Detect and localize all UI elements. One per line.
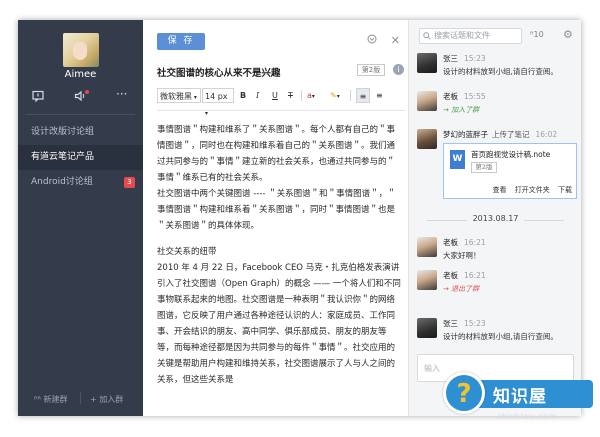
watermark-url: zhishiwu.com (497, 412, 558, 421)
app-window: Aimee ··· 设计改版讨论组 有道云笔记产品 Android讨论组 3 ᴿᴿ… (18, 20, 581, 416)
join-notice: → 加入了群 (443, 106, 480, 114)
paragraph: 2010 年 4 月 22 日，Facebook CEO 马克・扎克伯格发表演讲… (157, 263, 401, 385)
avatar[interactable] (417, 318, 437, 338)
member-count-button[interactable]: ᴿ10 (530, 30, 544, 39)
close-icon[interactable]: ✕ (391, 34, 400, 47)
collapse-icon[interactable] (367, 34, 381, 47)
view-button[interactable]: 查看 (493, 186, 507, 194)
question-icon: ? (443, 372, 485, 414)
info-icon[interactable]: i (393, 64, 404, 75)
join-group-button[interactable]: + 加入群 (90, 394, 123, 405)
bold-button[interactable]: B (240, 88, 246, 103)
exit-notice: → 退出了群 (443, 285, 480, 293)
unread-badge: 3 (124, 177, 135, 188)
sidebar: Aimee ··· 设计改版讨论组 有道云笔记产品 Android讨论组 3 ᴿᴿ… (18, 20, 143, 416)
align-left-icon[interactable]: ≡ (356, 88, 370, 103)
editor-divider (157, 110, 405, 111)
notification-dot (85, 90, 89, 94)
group-item-android[interactable]: Android讨论组 3 (18, 170, 143, 195)
arrow-icon: → (443, 106, 452, 114)
file-actions: 查看 打开文件夹 下载 (487, 185, 572, 195)
user-avatar[interactable] (63, 33, 99, 67)
watermark-title: 知识屋 (493, 387, 547, 407)
italic-button[interactable]: I (256, 88, 259, 103)
group-icon: ᴿᴿ (34, 395, 44, 404)
file-card[interactable]: W 首页跑视觉设计稿.note 第2版 查看 打开文件夹 下载 (443, 143, 577, 199)
avatar[interactable] (417, 129, 437, 149)
avatar[interactable] (417, 53, 437, 73)
sidebar-divider (26, 114, 135, 115)
open-folder-button[interactable]: 打开文件夹 (515, 186, 550, 194)
search-input[interactable]: 搜索话题和文件 (419, 28, 522, 44)
search-icon (423, 29, 431, 45)
message-icon[interactable] (32, 90, 44, 105)
arrow-icon: → (443, 285, 452, 293)
new-group-button[interactable]: ᴿᴿ 新建群 (34, 394, 68, 405)
group-item-youdao[interactable]: 有道云笔记产品 (18, 145, 143, 170)
watermark-logo: ? 知识屋 zhishiwu.com (435, 372, 595, 426)
file-version-badge: 第2版 (471, 162, 497, 173)
sidebar-footer: ᴿᴿ 新建群 + 加入群 (18, 390, 143, 408)
note-title[interactable]: 社交图谱的核心从来不是兴趣 (157, 65, 281, 79)
avatar[interactable] (417, 237, 437, 257)
format-toolbar: 微软雅黑 ▾ 14 px ▾ B I U T a▾ ✎▾ ≡ ≡ (157, 88, 405, 117)
version-badge[interactable]: 第2版 (357, 64, 385, 76)
username: Aimee (64, 69, 97, 80)
note-editor: 保 存 ✕ 社交图谱的核心从来不是兴趣 第2版 i 微软雅黑 ▾ 14 px ▾… (143, 20, 408, 416)
chat-panel: 搜索话题和文件 ᴿ10 ⚙ 张三 15:23 设计的材料放到小组,请自行查阅。 老… (408, 20, 581, 416)
group-item-design[interactable]: 设计改版讨论组 (18, 120, 143, 145)
section-heading: 社交关系的纽带 (157, 247, 217, 257)
strikethrough-button[interactable]: T (288, 88, 293, 103)
save-button[interactable]: 保 存 (157, 33, 205, 50)
text-color-icon[interactable]: a▾ (307, 88, 315, 103)
editor-top-icons: ✕ (357, 34, 400, 47)
word-file-icon: W (450, 150, 465, 169)
group-list: 设计改版讨论组 有道云笔记产品 Android讨论组 3 (18, 120, 143, 195)
highlight-icon[interactable]: ✎▾ (330, 88, 340, 103)
align-center-icon[interactable]: ≡ (376, 88, 383, 103)
toolbar-separator (350, 90, 351, 101)
paragraph: 社交图谱中两个关键图谱 ---- ＂关系图谱＂和＂事情图谱＂，＂事情图谱＂构建和… (157, 189, 396, 231)
note-body[interactable]: 事情图谱＂构建和维系了＂关系图谱＂。每个人都有自己的＂事情图谱＂，同时也在构建和… (157, 122, 403, 388)
underline-button[interactable]: U (272, 88, 278, 103)
plus-icon: + (90, 395, 100, 404)
avatar[interactable] (417, 91, 437, 111)
size-select[interactable]: 14 px ▾ (202, 88, 234, 117)
footer-divider (80, 392, 81, 404)
date-separator: 2013.08.17 (417, 214, 574, 226)
toolbar-separator (301, 90, 302, 101)
avatar[interactable] (417, 270, 437, 290)
sidebar-icon-row: ··· (18, 87, 143, 108)
gear-icon[interactable]: ⚙ (563, 28, 573, 41)
file-name: 首页跑视觉设计稿.note (471, 150, 551, 159)
download-button[interactable]: 下载 (558, 186, 572, 194)
paragraph: 事情图谱＂构建和维系了＂关系图谱＂。每个人都有自己的＂事情图谱＂，同时也在构建和… (157, 125, 396, 183)
more-icon[interactable]: ··· (116, 87, 127, 101)
font-select[interactable]: 微软雅黑 ▾ (157, 88, 201, 103)
